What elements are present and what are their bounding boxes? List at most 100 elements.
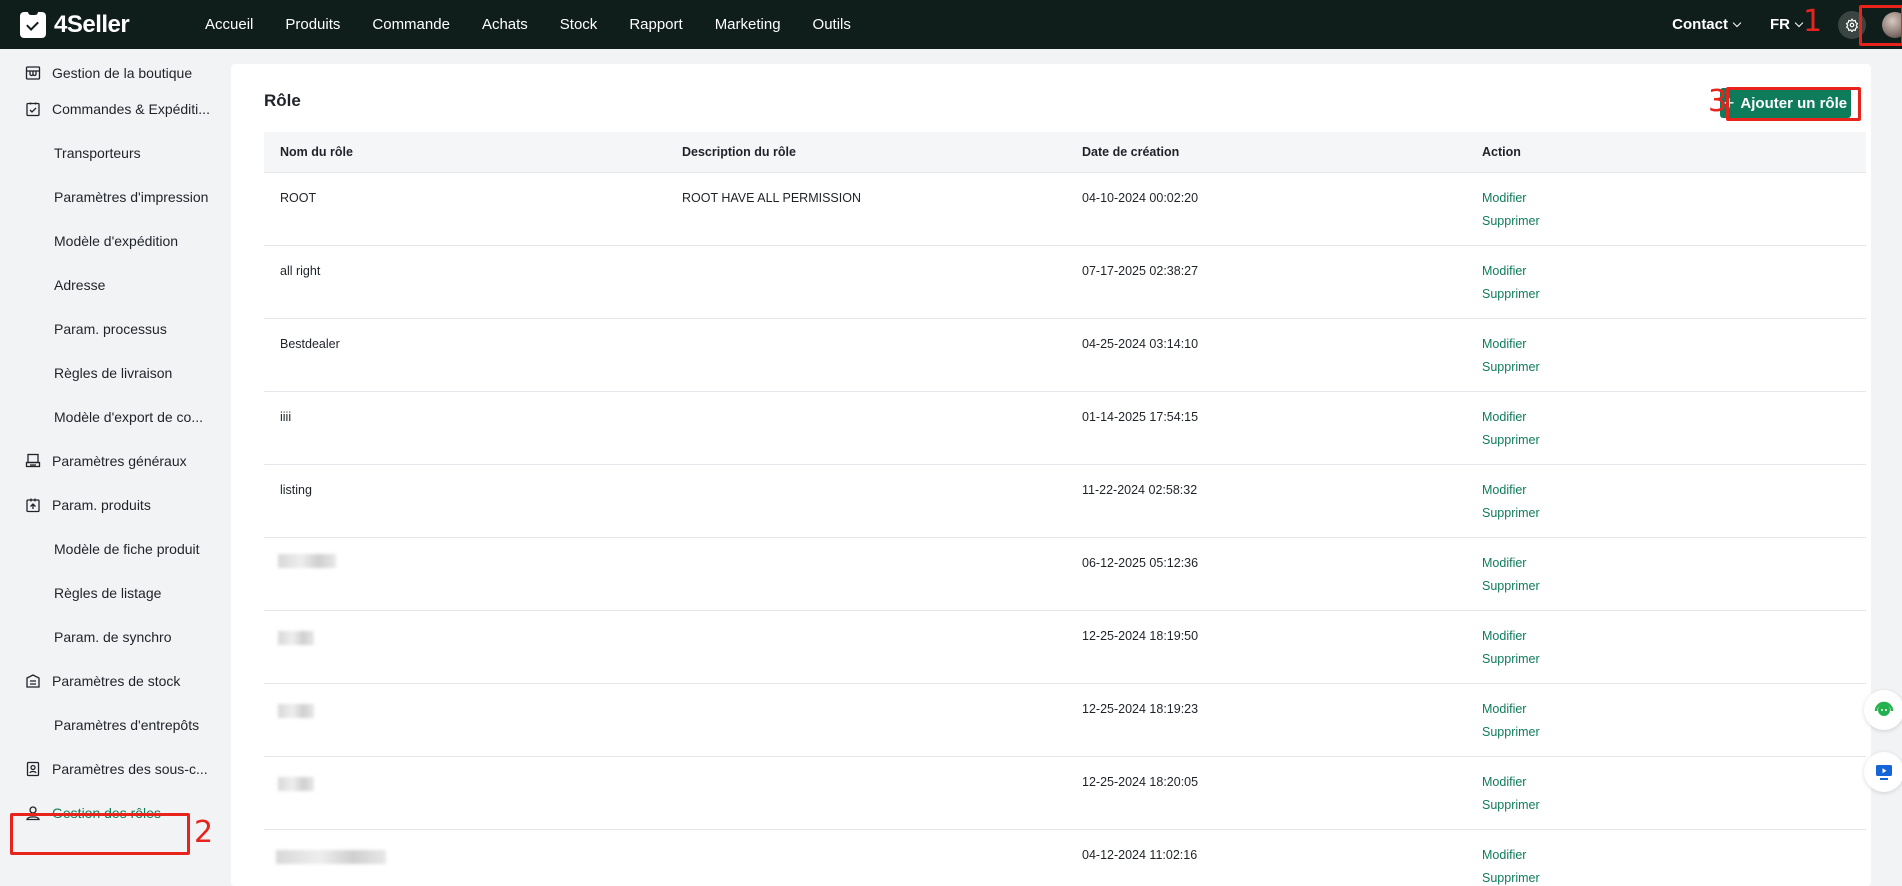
sidebar-item-carriers[interactable]: Transporteurs	[0, 131, 231, 175]
nav-accueil[interactable]: Accueil	[205, 16, 253, 33]
sidebar-item-label: Param. processus	[54, 321, 167, 337]
annotation-number-3: 3	[1708, 84, 1728, 119]
main-nav: Accueil Produits Commande Achats Stock R…	[205, 16, 883, 33]
edit-role-link[interactable]: Modifier	[1482, 848, 1540, 862]
role-name-redacted	[278, 554, 336, 571]
annotation-box-add-role	[1726, 87, 1861, 121]
tutorial-video-button[interactable]	[1864, 752, 1902, 792]
annotation-box-settings	[1859, 5, 1902, 46]
table-row: 04-12-2024 11:02:16 Modifier Supprimer	[264, 830, 1866, 886]
role-created-date: 04-25-2024 03:14:10	[1082, 337, 1199, 351]
top-bar: 4Seller Accueil Produits Commande Achats…	[0, 0, 1902, 49]
column-header-name: Nom du rôle	[280, 145, 353, 159]
sidebar-item-label: Param. de synchro	[54, 629, 172, 645]
delete-role-link[interactable]: Supprimer	[1482, 652, 1540, 666]
delete-role-link[interactable]: Supprimer	[1482, 506, 1540, 520]
gear-icon	[1845, 17, 1859, 32]
sidebar-item-shipping-template[interactable]: Modèle d'expédition	[0, 219, 231, 263]
role-name: listing	[280, 483, 312, 497]
roles-table: Nom du rôle Description du rôle Date de …	[264, 132, 1866, 886]
nav-rapport[interactable]: Rapport	[629, 16, 682, 33]
role-created-date: 11-22-2024 02:58:32	[1082, 483, 1198, 497]
role-created-date: 12-25-2024 18:20:05	[1082, 775, 1199, 789]
support-chat-button[interactable]	[1864, 690, 1902, 730]
logo-icon	[20, 8, 46, 38]
role-name-redacted	[278, 777, 314, 794]
role-actions: Modifier Supprimer	[1482, 191, 1540, 228]
edit-role-link[interactable]: Modifier	[1482, 483, 1540, 497]
sidebar-item-print-settings[interactable]: Paramètres d'impression	[0, 175, 231, 219]
sidebar-item-process-settings[interactable]: Param. processus	[0, 307, 231, 351]
sidebar-item-delivery-rules[interactable]: Règles de livraison	[0, 351, 231, 395]
role-name: ROOT	[280, 191, 317, 205]
sidebar-item-warehouse-settings[interactable]: Paramètres d'entrepôts	[0, 703, 231, 747]
role-created-date: 01-14-2025 17:54:15	[1082, 410, 1199, 424]
table-row: listing 11-22-2024 02:58:32 Modifier Suppri…	[264, 465, 1866, 538]
nav-stock[interactable]: Stock	[560, 16, 598, 33]
role-name: all right	[280, 264, 321, 278]
edit-role-link[interactable]: Modifier	[1482, 337, 1540, 351]
nav-produits[interactable]: Produits	[285, 16, 340, 33]
edit-role-link[interactable]: Modifier	[1482, 264, 1540, 278]
nav-commande[interactable]: Commande	[372, 16, 450, 33]
edit-role-link[interactable]: Modifier	[1482, 191, 1540, 205]
orders-icon	[24, 100, 42, 118]
role-actions: Modifier Supprimer	[1482, 264, 1540, 301]
sidebar-item-orders[interactable]: Commandes & Expéditi...	[0, 87, 231, 131]
delete-role-link[interactable]: Supprimer	[1482, 871, 1540, 885]
product-upload-icon	[24, 496, 42, 514]
sidebar-item-export-template[interactable]: Modèle d'export de co...	[0, 395, 231, 439]
sidebar-item-label: Param. produits	[52, 497, 151, 513]
delete-role-link[interactable]: Supprimer	[1482, 433, 1540, 447]
edit-role-link[interactable]: Modifier	[1482, 556, 1540, 570]
role-created-date: 07-17-2025 02:38:27	[1082, 264, 1199, 278]
sidebar-item-listing-rules[interactable]: Règles de listage	[0, 571, 231, 615]
table-row: 06-12-2025 05:12:36 Modifier Supprimer	[264, 538, 1866, 611]
nav-outils[interactable]: Outils	[813, 16, 851, 33]
table-row: all right 07-17-2025 02:38:27 Modifier Supp…	[264, 246, 1866, 319]
column-header-action: Action	[1482, 145, 1521, 159]
role-name: iiii	[280, 410, 292, 424]
role-name-redacted	[278, 704, 314, 721]
badge-icon	[24, 760, 42, 778]
delete-role-link[interactable]: Supprimer	[1482, 798, 1540, 812]
edit-role-link[interactable]: Modifier	[1482, 410, 1540, 424]
delete-role-link[interactable]: Supprimer	[1482, 287, 1540, 301]
edit-role-link[interactable]: Modifier	[1482, 702, 1540, 716]
table-row: 12-25-2024 18:19:23 Modifier Supprimer	[264, 684, 1866, 757]
main-panel: Rôle + Ajouter un rôle Nom du rôle Descr…	[231, 64, 1871, 886]
sidebar-item-address[interactable]: Adresse	[0, 263, 231, 307]
sidebar-item-label: Paramètres des sous-c...	[52, 761, 208, 777]
edit-role-link[interactable]: Modifier	[1482, 775, 1540, 789]
sidebar-item-product-settings[interactable]: Param. produits	[0, 483, 231, 527]
delete-role-link[interactable]: Supprimer	[1482, 360, 1540, 374]
role-name-redacted	[276, 850, 386, 867]
chevron-down-icon	[1732, 18, 1742, 27]
printer-icon	[24, 452, 42, 470]
table-row: ROOT ROOT HAVE ALL PERMISSION 04-10-2024 0…	[264, 173, 1866, 246]
nav-marketing[interactable]: Marketing	[715, 16, 781, 33]
delete-role-link[interactable]: Supprimer	[1482, 214, 1540, 228]
role-actions: Modifier Supprimer	[1482, 848, 1540, 885]
role-created-date: 04-12-2024 11:02:16	[1082, 848, 1198, 862]
sidebar-item-stock-settings[interactable]: Paramètres de stock	[0, 659, 231, 703]
delete-role-link[interactable]: Supprimer	[1482, 725, 1540, 739]
stock-icon	[24, 672, 42, 690]
sidebar-item-product-sheet-template[interactable]: Modèle de fiche produit	[0, 527, 231, 571]
app-logo[interactable]: 4Seller	[20, 8, 180, 39]
store-icon	[24, 64, 42, 82]
role-name-redacted	[278, 631, 314, 648]
sidebar-item-label: Modèle d'expédition	[54, 233, 179, 249]
sidebar-item-subaccount-settings[interactable]: Paramètres des sous-c...	[0, 747, 231, 791]
sidebar-item-sync-settings[interactable]: Param. de synchro	[0, 615, 231, 659]
nav-achats[interactable]: Achats	[482, 16, 528, 33]
delete-role-link[interactable]: Supprimer	[1482, 579, 1540, 593]
annotation-number-1: 1	[1803, 4, 1823, 39]
sidebar-item-general-settings[interactable]: Paramètres généraux	[0, 439, 231, 483]
language-select[interactable]: FR	[1770, 16, 1804, 33]
contact-menu[interactable]: Contact	[1672, 16, 1742, 33]
sidebar-item-label: Modèle d'export de co...	[54, 409, 203, 425]
role-actions: Modifier Supprimer	[1482, 556, 1540, 593]
edit-role-link[interactable]: Modifier	[1482, 629, 1540, 643]
contact-label: Contact	[1672, 16, 1728, 33]
